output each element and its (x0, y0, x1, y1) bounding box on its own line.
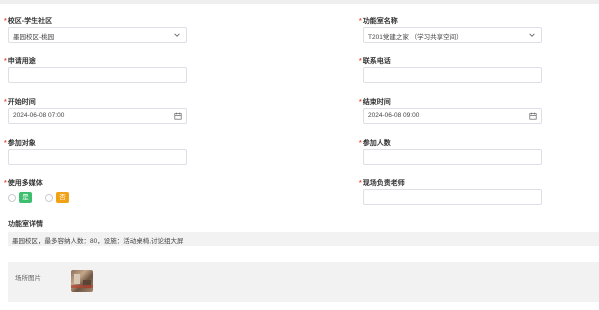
multimedia-options: 是 否 (8, 192, 69, 203)
top-divider (0, 0, 599, 4)
multimedia-label: *使用多媒体 (4, 180, 43, 187)
multimedia-no-tag[interactable]: 否 (56, 192, 69, 203)
multimedia-yes-radio[interactable] (8, 193, 16, 202)
purpose-input[interactable] (8, 67, 187, 83)
teacher-label: *现场负责老师 (359, 180, 405, 187)
campus-select-value: 墨园校区-桃园 (13, 34, 55, 41)
required-mark: * (359, 99, 362, 106)
required-mark: * (4, 58, 7, 65)
teacher-input[interactable] (363, 189, 542, 205)
required-mark: * (4, 140, 7, 147)
required-mark: * (4, 99, 7, 106)
required-mark: * (4, 180, 7, 187)
chevron-down-icon (529, 33, 535, 37)
participants-input[interactable] (363, 149, 542, 165)
participants-label: *参加人数 (359, 140, 391, 147)
required-mark: * (4, 18, 7, 25)
start-time-picker[interactable]: 2024-06-08 07:00 (8, 108, 187, 124)
campus-select[interactable]: 墨园校区-桃园 (8, 27, 187, 43)
room-name-select-value: T201党建之家 （学习共享空间） (368, 34, 463, 41)
chevron-down-icon (174, 33, 180, 37)
details-panel: 墨园校区，最多容纳人数：80，设施：活动桌椅,讨论组大屏 (8, 232, 599, 246)
audience-label: *参加对象 (4, 140, 36, 147)
photo-panel: 场所图片 (8, 262, 599, 302)
audience-input[interactable] (8, 149, 187, 165)
calendar-icon (174, 112, 182, 120)
venue-photo-thumbnail[interactable] (71, 270, 93, 292)
multimedia-no-radio[interactable] (45, 193, 53, 202)
end-time-label: *结束时间 (359, 99, 391, 106)
calendar-icon (529, 112, 537, 120)
start-time-label: *开始时间 (4, 99, 36, 106)
room-name-label: *功能室名称 (359, 18, 398, 25)
required-mark: * (359, 58, 362, 65)
phone-input[interactable] (363, 67, 542, 83)
phone-label: *联系电话 (359, 58, 391, 65)
details-title: 功能室详情 (8, 221, 43, 228)
room-name-select[interactable]: T201党建之家 （学习共享空间） (363, 27, 542, 43)
multimedia-yes-tag[interactable]: 是 (19, 192, 32, 203)
end-time-picker[interactable]: 2024-06-08 09:00 (363, 108, 542, 124)
purpose-label: *申请用途 (4, 58, 36, 65)
campus-label: *校区-学生社区 (4, 18, 53, 25)
details-text: 墨园校区，最多容纳人数：80，设施：活动桌椅,讨论组大屏 (12, 238, 184, 245)
end-time-value: 2024-06-08 09:00 (368, 112, 420, 119)
required-mark: * (359, 180, 362, 187)
photo-label: 场所图片 (15, 275, 41, 282)
start-time-value: 2024-06-08 07:00 (13, 112, 65, 119)
required-mark: * (359, 140, 362, 147)
required-mark: * (359, 18, 362, 25)
